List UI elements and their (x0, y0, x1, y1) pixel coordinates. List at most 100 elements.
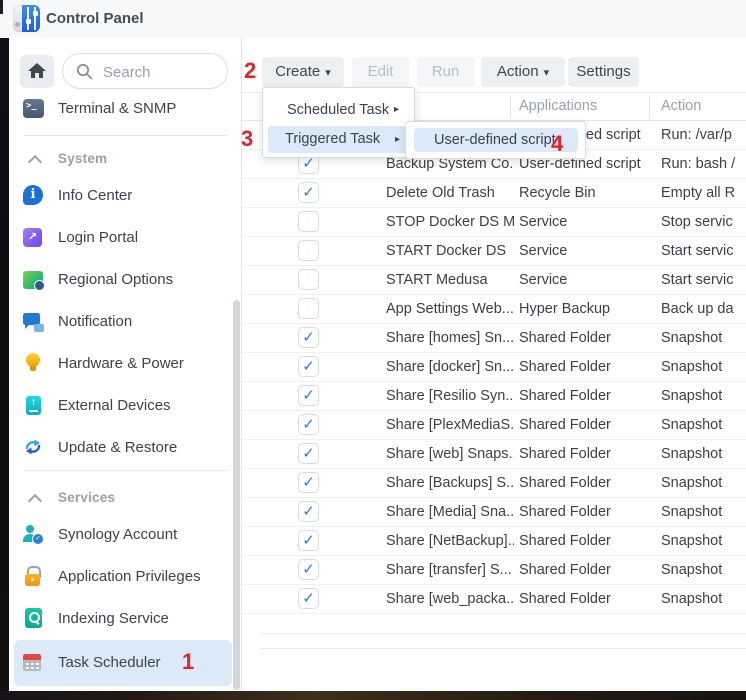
sidebar-item-synology-account[interactable]: ✓ Synology Account (9, 514, 241, 556)
search-input[interactable] (101, 55, 223, 89)
task-app-cell: Service (519, 266, 644, 294)
table-row[interactable]: ✓ Delete Old Trash Recycle Bin Empty all… (242, 179, 746, 208)
action-button[interactable]: Action▾ (481, 57, 565, 87)
table-row[interactable]: ✓ Share [NetBackup]... Shared Folder Sna… (242, 527, 746, 556)
column-header-applications[interactable]: Applications (519, 93, 597, 120)
login-portal-icon: ↗ (23, 227, 44, 248)
table-row[interactable]: ✓ Share [web_packa... Shared Folder Snap… (242, 585, 746, 614)
table-row[interactable]: ✓ START Docker DS Service Start servic (242, 237, 746, 266)
home-button[interactable] (20, 55, 54, 88)
chevron-up-icon (28, 494, 42, 508)
task-action-cell: Empty all R (661, 179, 746, 207)
sidebar-item-label: Update & Restore (58, 427, 177, 469)
control-panel-app-icon (13, 5, 40, 32)
menu-item-triggered-task[interactable]: Triggered Task ▸ (268, 126, 411, 153)
task-name-cell: Share [web_packa... (386, 585, 514, 613)
regional-options-icon (23, 269, 44, 290)
task-name-cell: Share [PlexMediaS... (386, 411, 514, 439)
sidebar-item-login-portal[interactable]: ↗ Login Portal (9, 217, 241, 259)
task-app-cell: Shared Folder (519, 353, 644, 381)
search-icon (76, 63, 93, 80)
task-checkbox[interactable]: ✓ (298, 298, 319, 319)
task-checkbox[interactable]: ✓ (298, 385, 319, 406)
sidebar-item-update-restore[interactable]: Update & Restore (9, 427, 241, 469)
task-checkbox[interactable]: ✓ (298, 327, 319, 348)
column-header-action[interactable]: Action (661, 93, 701, 120)
task-checkbox[interactable]: ✓ (298, 443, 319, 464)
edit-button[interactable]: Edit (352, 57, 409, 87)
sidebar-item-label: Task Scheduler (58, 642, 161, 684)
table-row[interactable]: ✓ STOP Docker DS M... Service Stop servi… (242, 208, 746, 237)
sidebar-item-notification[interactable]: Notification (9, 301, 241, 343)
task-checkbox[interactable]: ✓ (298, 269, 319, 290)
task-name-cell: Share [NetBackup]... (386, 527, 514, 555)
column-divider (649, 95, 650, 118)
menu-item-scheduled-task[interactable]: Scheduled Task ▸ (287, 96, 389, 124)
task-action-cell: Back up da (661, 295, 746, 323)
menu-item-label: User-defined script (434, 132, 556, 148)
table-row[interactable]: ✓ Share [Resilio Syn... Shared Folder Sn… (242, 382, 746, 411)
annotation-step-1: 1 (182, 649, 194, 675)
table-row[interactable]: ✓ Share [web] Snaps... Shared Folder Sna… (242, 440, 746, 469)
sidebar-item-application-privileges[interactable]: Application Privileges (9, 556, 241, 598)
table-row[interactable]: ✓ Share [Media] Sna... Shared Folder Sna… (242, 498, 746, 527)
create-button[interactable]: Create▾ (262, 57, 344, 87)
table-row[interactable]: ✓ Share [docker] Sn... Shared Folder Sna… (242, 353, 746, 382)
sidebar-divider (24, 470, 228, 471)
lightbulb-icon (23, 353, 44, 374)
sidebar-item-label: Hardware & Power (58, 343, 184, 385)
task-checkbox[interactable]: ✓ (298, 356, 319, 377)
annotation-step-4: 4 (551, 131, 563, 157)
create-dropdown-menu: Scheduled Task ▸ Triggered Task ▸ (262, 87, 415, 158)
task-checkbox[interactable]: ✓ (298, 211, 319, 232)
task-checkbox[interactable]: ✓ (298, 559, 319, 580)
sidebar-item-hardware-power[interactable]: Hardware & Power (9, 343, 241, 385)
task-app-cell: Shared Folder (519, 382, 644, 410)
task-checkbox[interactable]: ✓ (298, 182, 319, 203)
task-app-cell: Hyper Backup (519, 295, 644, 323)
sidebar-item-task-scheduler[interactable]: Task Scheduler (9, 642, 241, 684)
task-name-cell: Share [Resilio Syn... (386, 382, 514, 410)
task-action-cell: Snapshot (661, 498, 746, 526)
sidebar-section-system[interactable]: System (9, 144, 241, 174)
sidebar-item-terminal-snmp[interactable]: >_ Terminal & SNMP (9, 88, 241, 130)
task-name-cell: Share [homes] Sn... (386, 324, 514, 352)
task-action-cell: Snapshot (661, 324, 746, 352)
user-account-icon: ✓ (23, 524, 44, 545)
sidebar-scrollbar-thumb[interactable] (233, 300, 240, 690)
task-action-cell: Snapshot (661, 469, 746, 497)
window-titlebar: Control Panel (0, 0, 746, 38)
sidebar-item-label: Notification (58, 301, 132, 343)
settings-button[interactable]: Settings (568, 57, 639, 87)
task-checkbox[interactable]: ✓ (298, 472, 319, 493)
chevron-up-icon (28, 155, 42, 169)
task-checkbox[interactable]: ✓ (298, 588, 319, 609)
create-button-label: Create (275, 63, 320, 80)
sidebar-item-label: Login Portal (58, 217, 138, 259)
sidebar-item-external-devices[interactable]: ↑ External Devices (9, 385, 241, 427)
task-checkbox[interactable]: ✓ (298, 501, 319, 522)
table-row[interactable]: ✓ Share [transfer] S... Shared Folder Sn… (242, 556, 746, 585)
task-checkbox[interactable]: ✓ (298, 240, 319, 261)
task-name-cell: START Docker DS (386, 237, 514, 265)
task-action-cell: Run: bash / (661, 150, 746, 178)
table-row[interactable]: ✓ Share [homes] Sn... Shared Folder Snap… (242, 324, 746, 353)
sidebar-item-info-center[interactable]: i Info Center (9, 175, 241, 217)
table-row[interactable]: ✓ Share [PlexMediaS... Shared Folder Sna… (242, 411, 746, 440)
sidebar-item-regional-options[interactable]: Regional Options (9, 259, 241, 301)
task-action-cell: Snapshot (661, 411, 746, 439)
sidebar: >_ Terminal & SNMP System i Info Center … (9, 38, 241, 691)
table-row[interactable]: ✓ START Medusa Service Start servic (242, 266, 746, 295)
task-checkbox[interactable]: ✓ (298, 530, 319, 551)
task-checkbox[interactable]: ✓ (298, 414, 319, 435)
sidebar-item-indexing-service[interactable]: Indexing Service (9, 598, 241, 640)
annotation-step-3: 3 (241, 126, 253, 152)
sidebar-item-label: Terminal & SNMP (58, 88, 176, 130)
table-row[interactable]: ✓ App Settings Web... Hyper Backup Back … (242, 295, 746, 324)
run-button[interactable]: Run (417, 57, 474, 87)
home-icon (28, 63, 46, 79)
sidebar-section-services[interactable]: Services (9, 483, 241, 513)
table-row[interactable]: ✓ Share [Backups] S... Shared Folder Sna… (242, 469, 746, 498)
terminal-icon: >_ (23, 98, 44, 119)
task-name-cell: START Medusa (386, 266, 514, 294)
